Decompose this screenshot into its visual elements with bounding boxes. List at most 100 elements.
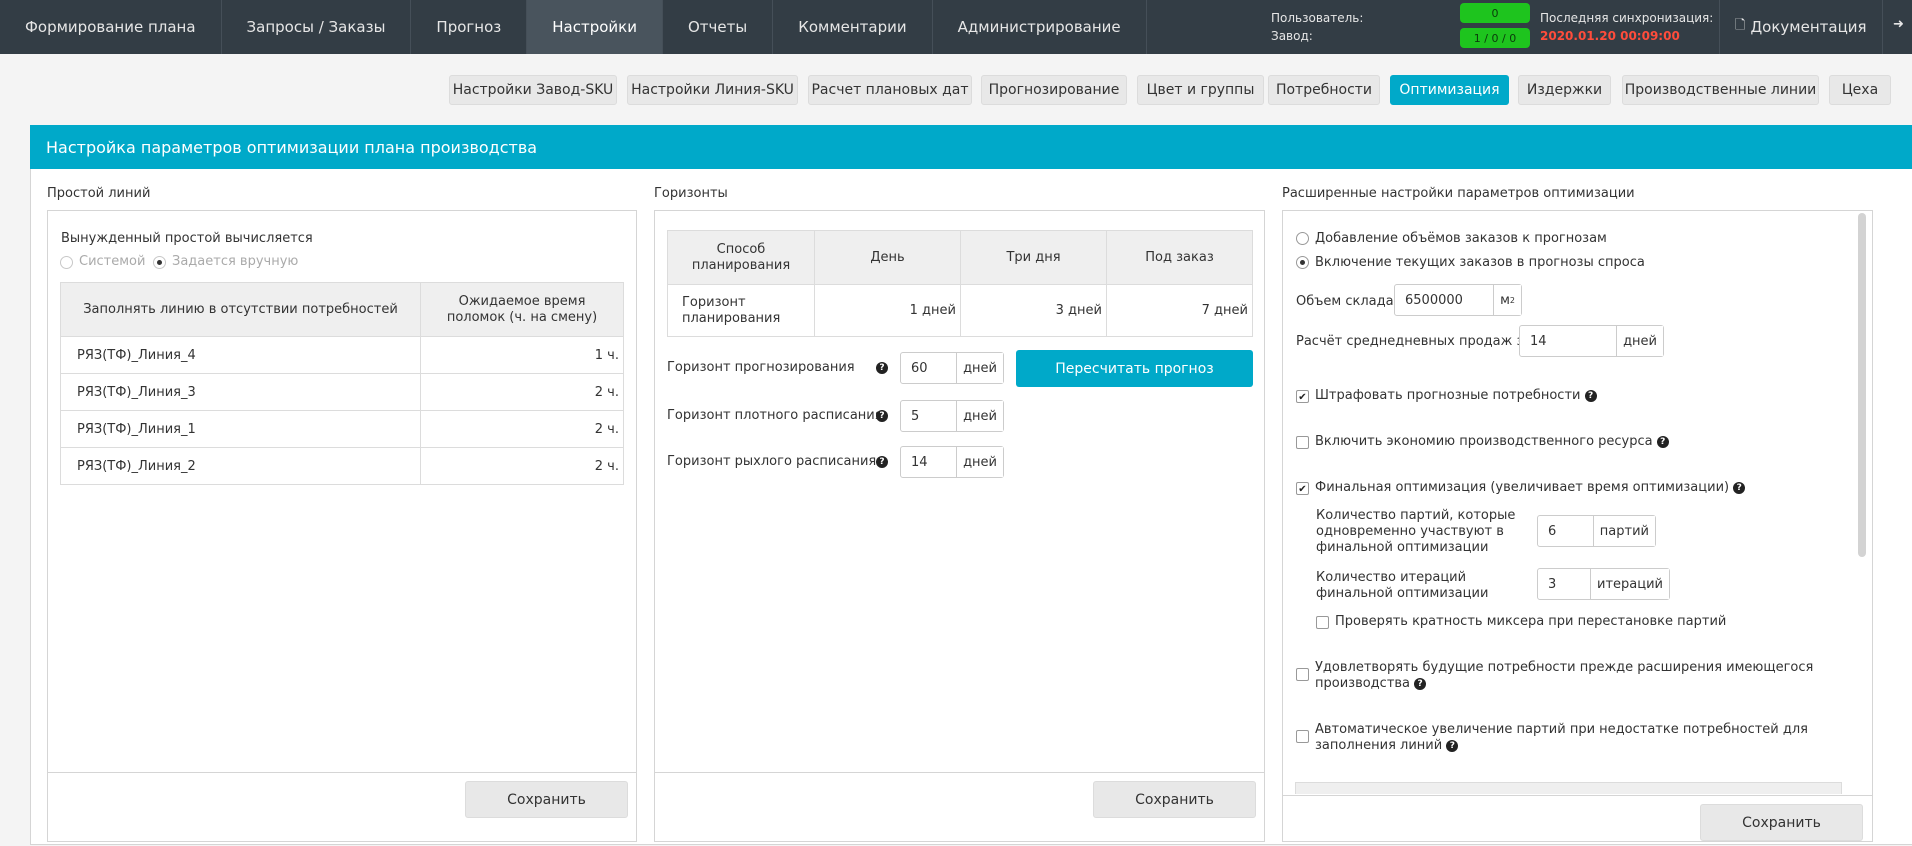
- final-optimization-checkbox[interactable]: [1296, 482, 1309, 495]
- horizons-save-button[interactable]: Сохранить: [1093, 781, 1256, 818]
- days-unit: дней: [956, 447, 1003, 477]
- economy-label: Включить экономию производственного ресу…: [1315, 434, 1669, 449]
- mixer-checkbox[interactable]: [1316, 616, 1329, 629]
- economy-text: Включить экономию производственного ресу…: [1315, 434, 1653, 449]
- help-icon[interactable]: ?: [1446, 739, 1459, 752]
- batches-unit: партий: [1592, 516, 1655, 546]
- line-name: РЯЗ(ТФ)_Линия_2: [60, 447, 421, 485]
- loose-horizon-value[interactable]: 14: [901, 447, 956, 477]
- subtab-forecasting[interactable]: Прогнозирование: [981, 75, 1127, 105]
- horizon-day-value: 1 дней: [814, 284, 961, 337]
- iterations-label-line1: Количество итераций: [1316, 570, 1467, 585]
- line-name: РЯЗ(ТФ)_Линия_4: [60, 336, 421, 374]
- help-icon[interactable]: ?: [1733, 481, 1746, 494]
- penalize-label: Штрафовать прогнозные потребности ?: [1315, 388, 1597, 403]
- subtab-workshops[interactable]: Цеха: [1829, 75, 1891, 105]
- iterations-value[interactable]: 3: [1538, 569, 1590, 599]
- iterations-label: Количество итераций финальной оптимизаци…: [1316, 570, 1488, 602]
- document-icon: 🗋: [1735, 18, 1746, 33]
- subtab-line-sku[interactable]: Настройки Линия-SKU: [627, 75, 798, 105]
- forecast-horizon-input[interactable]: 60 дней: [900, 352, 1004, 384]
- auto-batch-checkbox[interactable]: [1296, 730, 1309, 743]
- storage-unit: м2: [1493, 285, 1521, 315]
- dense-horizon-label: Горизонт плотного расписания: [667, 408, 883, 423]
- radio-system[interactable]: [60, 256, 73, 269]
- table-row[interactable]: РЯЗ(ТФ)_Линия_3 2 ч.: [60, 373, 624, 411]
- table-row[interactable]: РЯЗ(ТФ)_Линия_1 2 ч.: [60, 410, 624, 448]
- help-icon[interactable]: ?: [876, 456, 888, 468]
- help-icon[interactable]: ?: [876, 410, 888, 422]
- nav-settings[interactable]: Настройки: [527, 0, 663, 54]
- documentation-label: Документация: [1750, 18, 1867, 36]
- status-badge-bottom: 1 / 0 / 0: [1460, 28, 1530, 48]
- nav-plan-formation[interactable]: Формирование плана: [0, 0, 222, 54]
- subtab-planned-dates[interactable]: Расчет плановых дат: [808, 75, 972, 105]
- nav-requests-orders[interactable]: Запросы / Заказы: [222, 0, 412, 54]
- storage-input[interactable]: 6500000 м2: [1394, 284, 1522, 316]
- user-info: Пользователь: Завод:: [1271, 9, 1363, 45]
- help-icon[interactable]: ?: [1414, 677, 1427, 690]
- batches-input[interactable]: 6 партий: [1537, 515, 1656, 547]
- subtab-colors-groups[interactable]: Цвет и группы: [1137, 75, 1264, 105]
- downtime-save-button[interactable]: Сохранить: [465, 781, 628, 818]
- help-icon[interactable]: ?: [1656, 435, 1669, 448]
- batches-label-line2: одновременно участвуют в: [1316, 524, 1504, 539]
- recalc-forecast-button[interactable]: Пересчитать прогноз: [1016, 350, 1253, 387]
- future-needs-checkbox[interactable]: [1296, 668, 1309, 681]
- radio-add-orders-label: Добавление объёмов заказов к прогнозам: [1315, 231, 1607, 246]
- days-unit: дней: [1616, 326, 1663, 356]
- nav-comments[interactable]: Комментарии: [773, 0, 933, 54]
- nav-reports[interactable]: Отчеты: [663, 0, 774, 54]
- dense-horizon-value[interactable]: 5: [901, 401, 956, 431]
- days-unit: дней: [956, 401, 1003, 431]
- subtab-plant-sku[interactable]: Настройки Завод-SKU: [449, 75, 617, 105]
- documentation-link[interactable]: 🗋 Документация: [1719, 0, 1883, 54]
- horizons-title: Горизонты: [654, 186, 728, 201]
- storage-value[interactable]: 6500000: [1395, 285, 1493, 315]
- radio-manual[interactable]: [153, 256, 166, 269]
- dense-horizon-input[interactable]: 5 дней: [900, 400, 1004, 432]
- breakdown-value: 2 ч.: [420, 447, 624, 485]
- avg-sales-input[interactable]: 14 дней: [1519, 325, 1664, 357]
- advanced-save-button[interactable]: Сохранить: [1700, 804, 1863, 841]
- subtab-costs[interactable]: Издержки: [1518, 75, 1611, 105]
- avg-sales-value[interactable]: 14: [1520, 326, 1616, 356]
- horizon-order-value: 7 дней: [1106, 284, 1253, 337]
- forecast-horizon-label: Горизонт прогнозирования: [667, 360, 855, 375]
- advanced-footer-divider: [1282, 795, 1873, 796]
- forecast-horizon-value[interactable]: 60: [901, 353, 956, 383]
- radio-system-label: Системой: [79, 254, 146, 269]
- table-row[interactable]: Горизонт планирования 1 дней 3 дней 7 дн…: [667, 284, 1253, 337]
- radio-include-orders-label: Включение текущих заказов в прогнозы спр…: [1315, 255, 1645, 270]
- economy-checkbox[interactable]: [1296, 436, 1309, 449]
- storage-unit-sup: 2: [1509, 295, 1515, 305]
- subtab-production-lines[interactable]: Производственные линии: [1622, 75, 1819, 105]
- subtab-needs[interactable]: Потребности: [1268, 75, 1380, 105]
- help-icon[interactable]: ?: [1584, 389, 1597, 402]
- table-row[interactable]: РЯЗ(ТФ)_Линия_2 2 ч.: [60, 447, 624, 485]
- avg-sales-label: Расчёт среднедневных продаж за: [1296, 334, 1532, 349]
- col-fill-line: Заполнять линию в отсутствии потребносте…: [60, 282, 421, 337]
- help-icon[interactable]: ?: [876, 362, 888, 374]
- downtime-footer-divider: [47, 772, 637, 773]
- radio-add-orders[interactable]: [1296, 232, 1309, 245]
- subtab-optimization[interactable]: Оптимизация: [1390, 75, 1509, 105]
- table-row[interactable]: РЯЗ(ТФ)_Линия_4 1 ч.: [60, 336, 624, 374]
- radio-manual-label: Задается вручную: [172, 254, 299, 269]
- future-needs-line2: производства: [1315, 676, 1411, 691]
- loose-horizon-input[interactable]: 14 дней: [900, 446, 1004, 478]
- batches-value[interactable]: 6: [1538, 516, 1593, 546]
- iterations-input[interactable]: 3 итераций: [1537, 568, 1670, 600]
- nav-administration[interactable]: Администрирование: [933, 0, 1147, 54]
- penalize-text: Штрафовать прогнозные потребности: [1315, 388, 1581, 403]
- col-day: День: [814, 230, 961, 285]
- advanced-scrollbar[interactable]: [1858, 213, 1866, 557]
- penalize-checkbox[interactable]: [1296, 390, 1309, 403]
- forced-downtime-label: Вынужденный простой вычисляется: [61, 231, 313, 246]
- sync-label: Последняя синхронизация:: [1540, 11, 1714, 25]
- storage-label: Объем склада: [1296, 294, 1394, 309]
- sign-out-icon[interactable]: ➜: [1893, 17, 1904, 32]
- batches-label: Количество партий, которые одновременно …: [1316, 508, 1515, 556]
- radio-include-orders[interactable]: [1296, 256, 1309, 269]
- nav-forecast[interactable]: Прогноз: [411, 0, 528, 54]
